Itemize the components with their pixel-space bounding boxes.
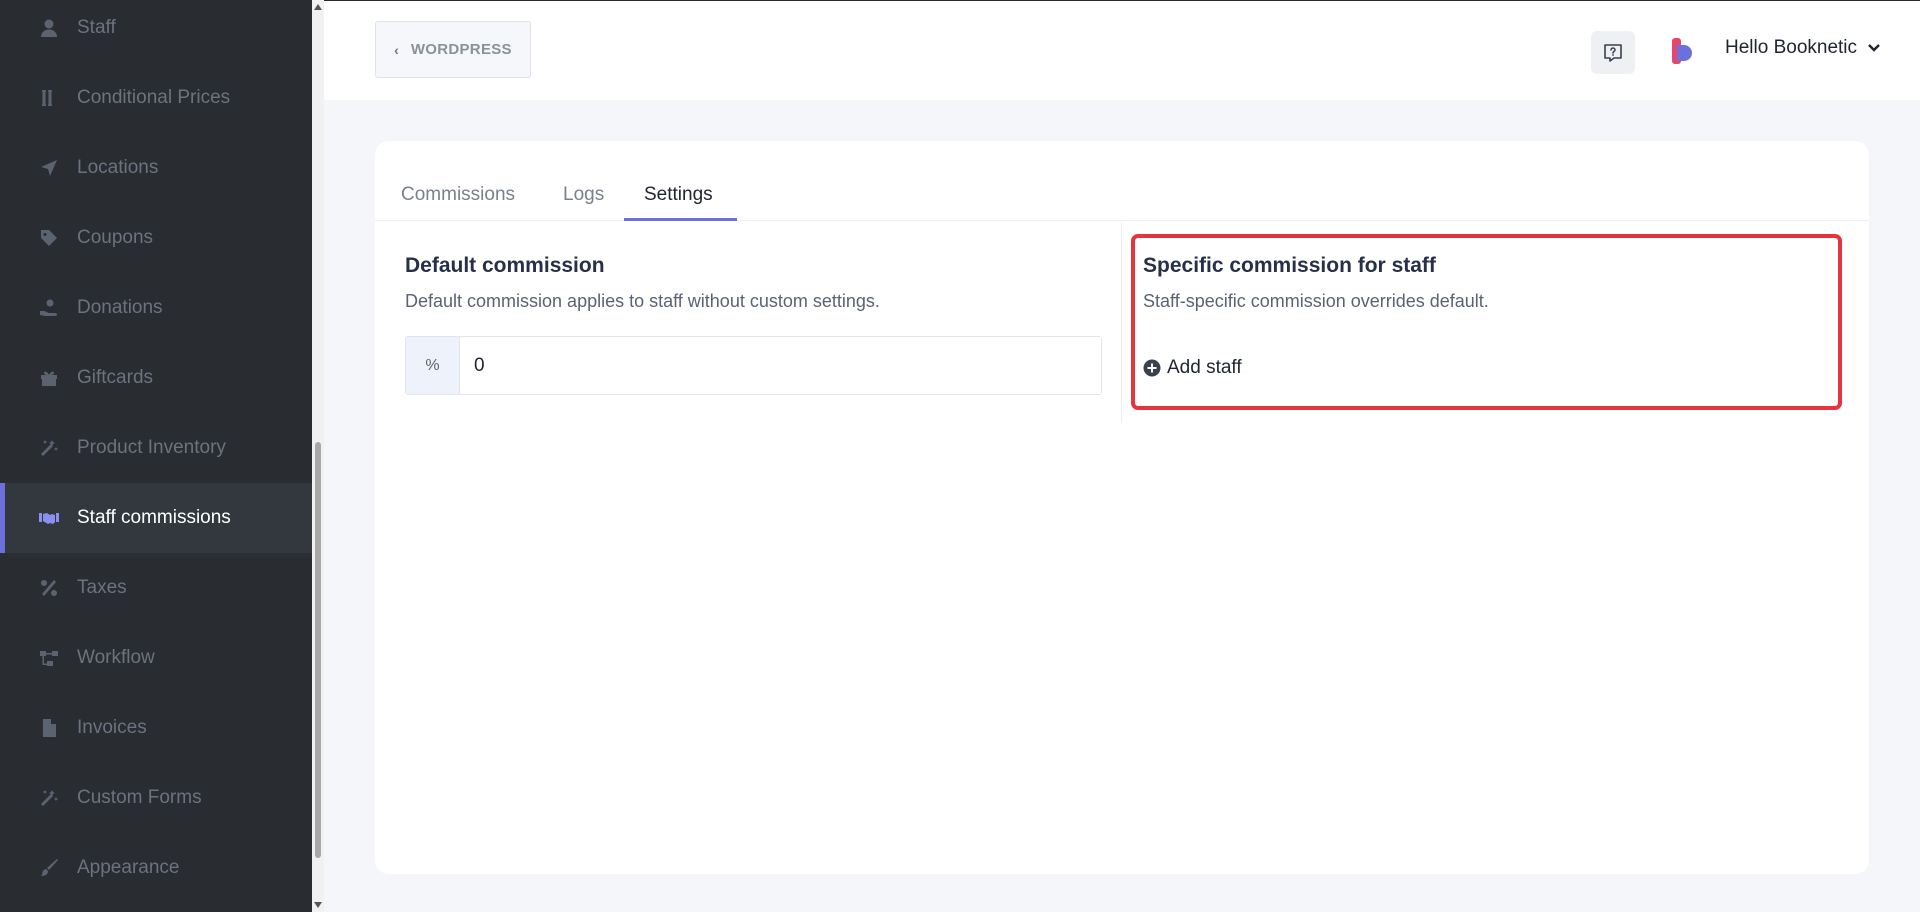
tag-icon — [38, 227, 60, 249]
specific-commission-description: Staff-specific commission overrides defa… — [1143, 291, 1489, 311]
tab-commissions[interactable]: Commissions — [401, 184, 515, 221]
workflow-icon — [38, 647, 60, 669]
gift-icon — [38, 367, 60, 389]
sidebar-item-label: Invoices — [77, 717, 147, 738]
sidebar-item-label: Workflow — [77, 647, 155, 668]
chevron-left-icon: ‹ — [394, 41, 399, 58]
scroll-up-arrow[interactable] — [314, 4, 322, 10]
sidebar-item-label: Staff commissions — [77, 507, 231, 528]
sidebar-item-label: Coupons — [77, 227, 154, 248]
magic-wand-icon — [38, 787, 60, 809]
sidebar-item-invoices[interactable]: Invoices — [0, 693, 312, 763]
location-arrow-icon — [38, 157, 60, 179]
paint-brush-icon — [38, 857, 60, 879]
sidebar-item-taxes[interactable]: Taxes — [0, 553, 312, 623]
column-divider — [1121, 223, 1122, 423]
percent-prefix: % — [406, 337, 460, 394]
booknetic-logo — [1672, 38, 1692, 64]
back-to-wordpress-label: WORDPRESS — [410, 41, 512, 58]
help-chat-icon — [1604, 43, 1622, 62]
default-commission-field[interactable] — [460, 337, 1101, 394]
commission-settings-card: Commissions Logs Settings Default commis… — [375, 141, 1869, 874]
chevron-down-icon — [1868, 44, 1880, 52]
tab-bar: Commissions Logs Settings — [375, 141, 1869, 221]
add-staff-label: Add staff — [1167, 357, 1242, 378]
plus-circle-icon — [1143, 359, 1161, 377]
sidebar-item-staff[interactable]: Staff — [0, 0, 312, 63]
sidebar-item-label: Appearance — [77, 857, 180, 878]
sidebar-item-donations[interactable]: Donations — [0, 273, 312, 343]
top-bar: ‹ WORDPRESS Hello Booknetic — [324, 0, 1920, 100]
sidebar-item-custom-forms[interactable]: Custom Forms — [0, 763, 312, 833]
sidebar-item-label: Custom Forms — [77, 787, 202, 808]
file-icon — [38, 717, 60, 739]
sidebar-item-label: Giftcards — [77, 367, 154, 388]
sidebar-item-label: Staff — [77, 17, 116, 38]
active-tab-indicator — [624, 218, 737, 221]
scroll-thumb[interactable] — [315, 442, 321, 858]
scroll-down-arrow[interactable] — [314, 902, 322, 908]
sidebar-item-label: Conditional Prices — [77, 87, 231, 108]
default-commission-title: Default commission — [405, 254, 605, 277]
back-to-wordpress-button[interactable]: ‹ WORDPRESS — [375, 21, 531, 78]
tab-logs[interactable]: Logs — [563, 184, 604, 221]
handshake-icon — [38, 507, 60, 529]
sidebar-item-conditional-prices[interactable]: Conditional Prices — [0, 63, 312, 133]
sidebar-scrollbar[interactable] — [312, 0, 324, 912]
default-commission-input-group: % — [405, 336, 1102, 395]
sidebar-item-giftcards[interactable]: Giftcards — [0, 343, 312, 413]
sidebar-item-coupons[interactable]: Coupons — [0, 203, 312, 273]
sidebar-item-workflow[interactable]: Workflow — [0, 623, 312, 693]
user-greeting: Hello Booknetic — [1725, 37, 1858, 58]
sidebar-item-label: Product Inventory — [77, 437, 226, 458]
tab-settings[interactable]: Settings — [644, 184, 713, 221]
text-cursor-icon — [38, 87, 60, 109]
help-button[interactable] — [1591, 31, 1635, 74]
add-staff-button[interactable]: Add staff — [1143, 357, 1242, 379]
default-commission-description: Default commission applies to staff with… — [405, 291, 880, 311]
sidebar-item-staff-commissions[interactable]: Staff commissions — [0, 483, 312, 553]
specific-commission-title: Specific commission for staff — [1143, 254, 1436, 277]
magic-wand-icon — [38, 437, 60, 459]
sidebar-item-locations[interactable]: Locations — [0, 133, 312, 203]
sidebar-item-label: Donations — [77, 297, 163, 318]
sidebar-item-appearance[interactable]: Appearance — [0, 833, 312, 903]
sidebar-item-product-inventory[interactable]: Product Inventory — [0, 413, 312, 483]
sidebar-item-label: Locations — [77, 157, 159, 178]
sidebar-item-label: Taxes — [77, 577, 127, 598]
donate-hand-icon — [38, 297, 60, 319]
percent-icon — [38, 577, 60, 599]
user-icon — [38, 17, 60, 39]
sidebar: Staff Conditional Prices Locations Coupo… — [0, 0, 312, 912]
user-menu[interactable]: Hello Booknetic — [1725, 37, 1881, 59]
